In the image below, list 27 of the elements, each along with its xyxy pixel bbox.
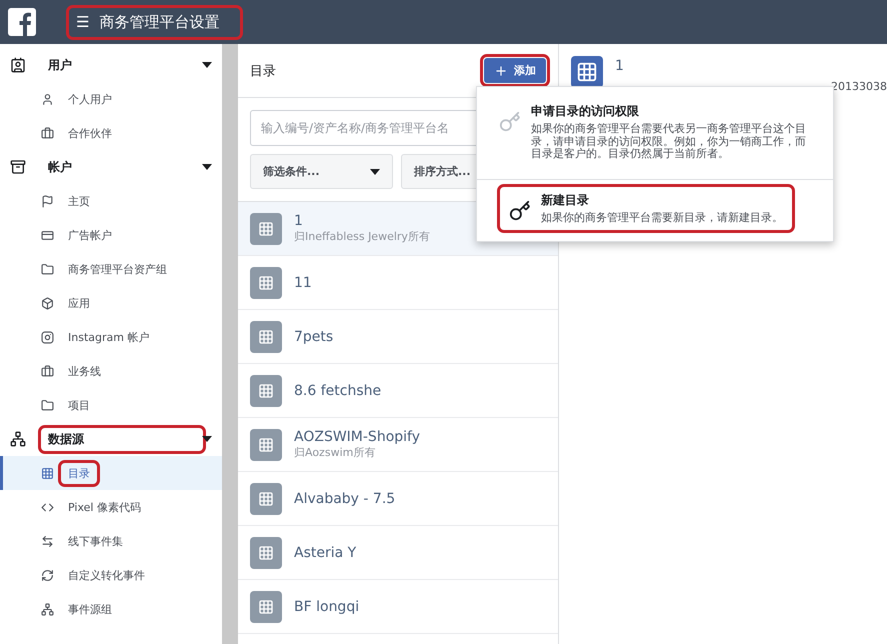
detail-title: 1 <box>615 58 625 74</box>
sidebar-item-label: 事件源组 <box>67 602 113 618</box>
catalog-name: 1 <box>294 213 304 229</box>
detail-id: 20133038 <box>831 80 887 93</box>
page-title: 商务管理平台设置 <box>99 12 220 32</box>
sidebar-item-label: 广告帐户 <box>67 228 113 244</box>
catalog-name: 11 <box>294 274 312 290</box>
catalog-owner: 归Ineffabless Jewelry所有 <box>294 229 430 244</box>
catalog-name: 7pets <box>294 328 334 344</box>
catalog-owner: 归Aozswim所有 <box>294 445 376 460</box>
sidebar-item-label: 应用 <box>67 296 91 312</box>
sidebar-item-label: 合作伙伴 <box>67 126 113 142</box>
sidebar-item-label: 自定义转化事件 <box>67 568 146 584</box>
sidebar-item-label: 个人用户 <box>67 92 113 108</box>
panel-title: 目录 <box>250 62 276 80</box>
catalog-name: Asteria Y <box>294 544 356 560</box>
catalog-name: BF longqi <box>294 598 360 614</box>
sidebar-item-label: Pixel 像素代码 <box>67 500 142 516</box>
sidebar-item-label: 业务线 <box>67 364 102 380</box>
sidebar-item-label: 商务管理平台资产组 <box>67 262 168 278</box>
catalog-name: Alvababy - 7.5 <box>294 490 396 506</box>
catalog-name: AOZSWIM-Shopify <box>294 429 420 445</box>
catalog-name: 8.6 fetchshe <box>294 382 382 398</box>
sidebar-item-label: 主页 <box>67 194 91 210</box>
sidebar-item-label: 线下事件集 <box>67 534 124 550</box>
sidebar-item-label: 项目 <box>67 398 91 414</box>
sidebar-item-label: Instagram 帐户 <box>67 330 150 346</box>
